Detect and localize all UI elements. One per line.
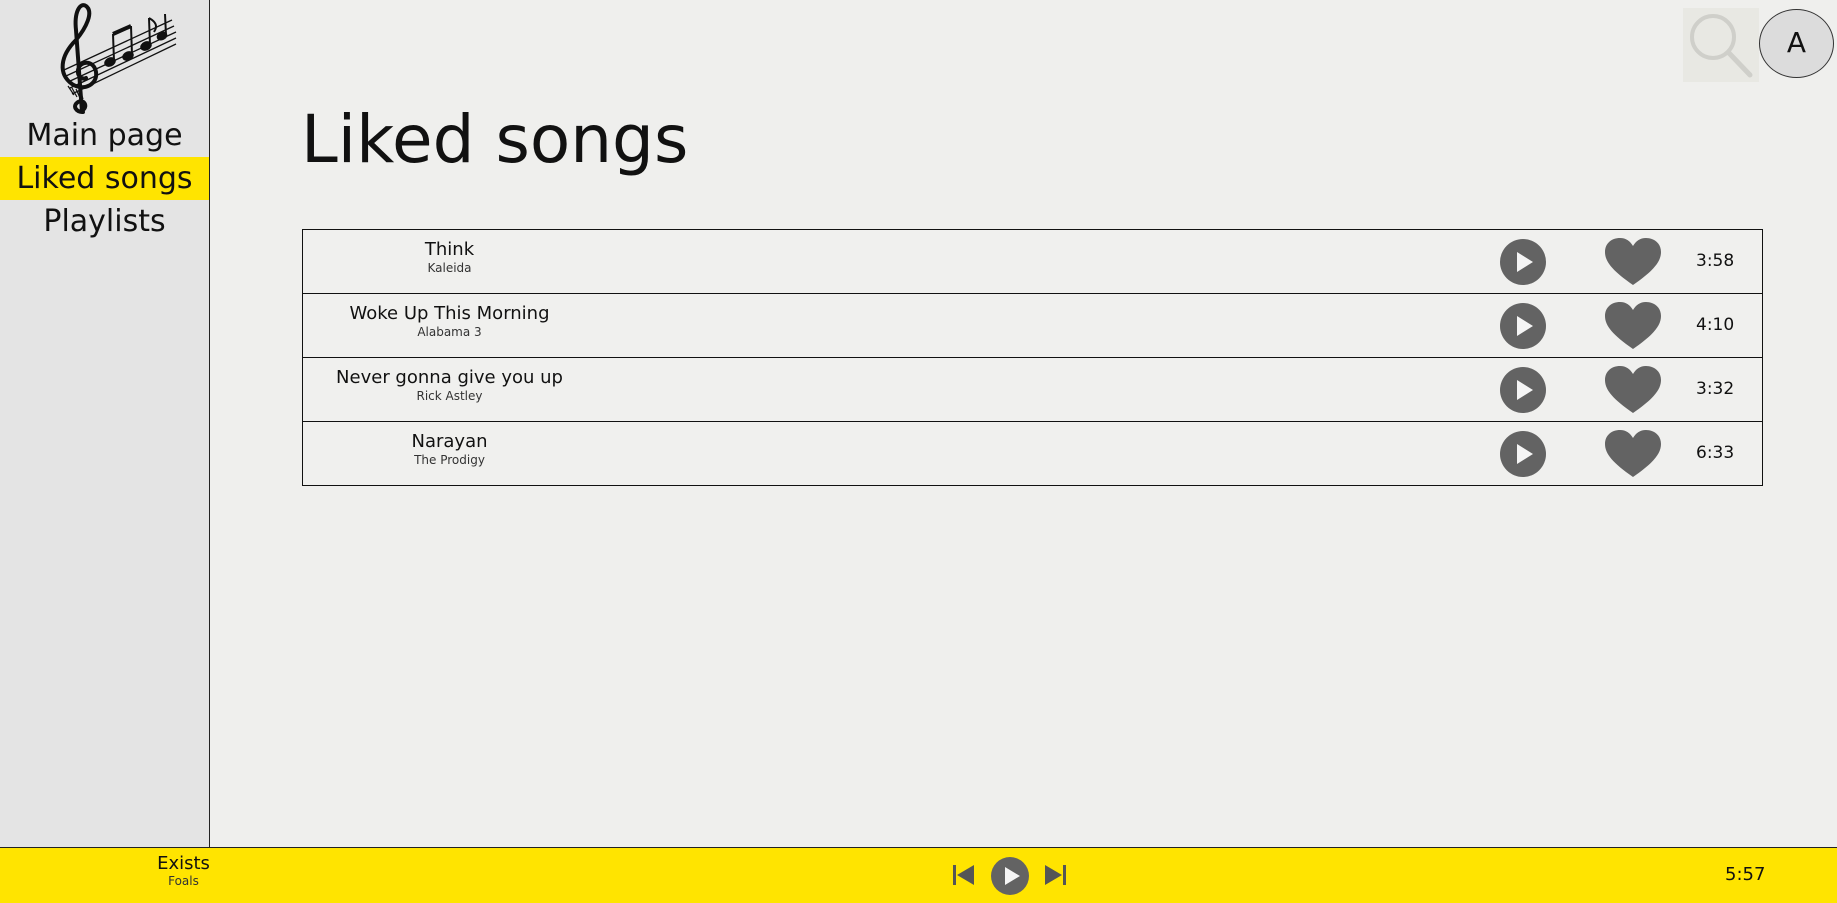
treble-clef-logo-icon[interactable]	[50, 0, 180, 118]
sidebar-item-main-page[interactable]: Main page	[0, 114, 209, 157]
song-info: Think Kaleida	[303, 239, 596, 275]
now-playing-artist: Foals	[168, 874, 199, 888]
sidebar-item-liked-songs[interactable]: Liked songs	[0, 157, 209, 200]
song-artist: Alabama 3	[417, 325, 482, 339]
now-playing[interactable]: Exists Foals	[120, 853, 247, 889]
play-icon	[1500, 239, 1546, 285]
heart-icon	[1605, 302, 1661, 349]
song-title: Narayan	[411, 431, 488, 452]
song-info: Woke Up This Morning Alabama 3	[303, 303, 596, 339]
like-button[interactable]	[1605, 430, 1661, 478]
song-title: Never gonna give you up	[336, 367, 563, 388]
search-icon	[1690, 14, 1753, 78]
play-icon	[1500, 303, 1546, 349]
play-icon	[1500, 367, 1546, 413]
search-button[interactable]	[1683, 8, 1759, 82]
track-time: 5:57	[1725, 864, 1766, 885]
song-info: Never gonna give you up Rick Astley	[303, 367, 596, 403]
sidebar: Main page Liked songs Playlists	[0, 0, 210, 847]
play-icon	[991, 857, 1029, 895]
next-track-button[interactable]	[1043, 864, 1067, 886]
now-playing-title: Exists	[157, 853, 210, 874]
like-button[interactable]	[1605, 366, 1661, 414]
song-artist: The Prodigy	[414, 453, 485, 467]
song-duration: 4:10	[1696, 315, 1735, 335]
play-pause-button[interactable]	[991, 857, 1029, 895]
song-artist: Kaleida	[427, 261, 472, 275]
heart-icon	[1605, 366, 1661, 413]
song-row[interactable]: Think Kaleida 3:58	[303, 230, 1762, 294]
song-list: Think Kaleida 3:58 Woke Up This Morning …	[302, 229, 1763, 486]
song-title: Woke Up This Morning	[349, 303, 550, 324]
music-app: Main page Liked songs Playlists A Liked …	[0, 0, 1837, 903]
skip-previous-icon	[953, 865, 974, 885]
previous-track-button[interactable]	[952, 864, 976, 886]
heart-icon	[1605, 238, 1661, 285]
song-duration: 3:32	[1696, 379, 1735, 399]
page-title: Liked songs	[301, 101, 689, 178]
like-button[interactable]	[1605, 238, 1661, 286]
sidebar-item-playlists[interactable]: Playlists	[0, 200, 209, 243]
song-duration: 6:33	[1696, 443, 1735, 463]
play-song-button[interactable]	[1500, 303, 1546, 349]
play-song-button[interactable]	[1500, 367, 1546, 413]
play-icon	[1500, 431, 1546, 477]
song-row[interactable]: Never gonna give you up Rick Astley 3:32	[303, 358, 1762, 422]
song-title: Think	[424, 239, 475, 260]
user-avatar[interactable]: A	[1759, 9, 1834, 78]
play-song-button[interactable]	[1500, 239, 1546, 285]
song-row[interactable]: Narayan The Prodigy 6:33	[303, 422, 1762, 485]
heart-icon	[1605, 430, 1661, 477]
like-button[interactable]	[1605, 302, 1661, 350]
play-song-button[interactable]	[1500, 431, 1546, 477]
song-info: Narayan The Prodigy	[303, 431, 596, 467]
player-bar: Exists Foals 5:57	[0, 847, 1837, 903]
song-duration: 3:58	[1696, 251, 1735, 271]
song-row[interactable]: Woke Up This Morning Alabama 3 4:10	[303, 294, 1762, 358]
song-artist: Rick Astley	[416, 389, 483, 403]
skip-next-icon	[1045, 865, 1066, 885]
sidebar-nav: Main page Liked songs Playlists	[0, 114, 209, 243]
